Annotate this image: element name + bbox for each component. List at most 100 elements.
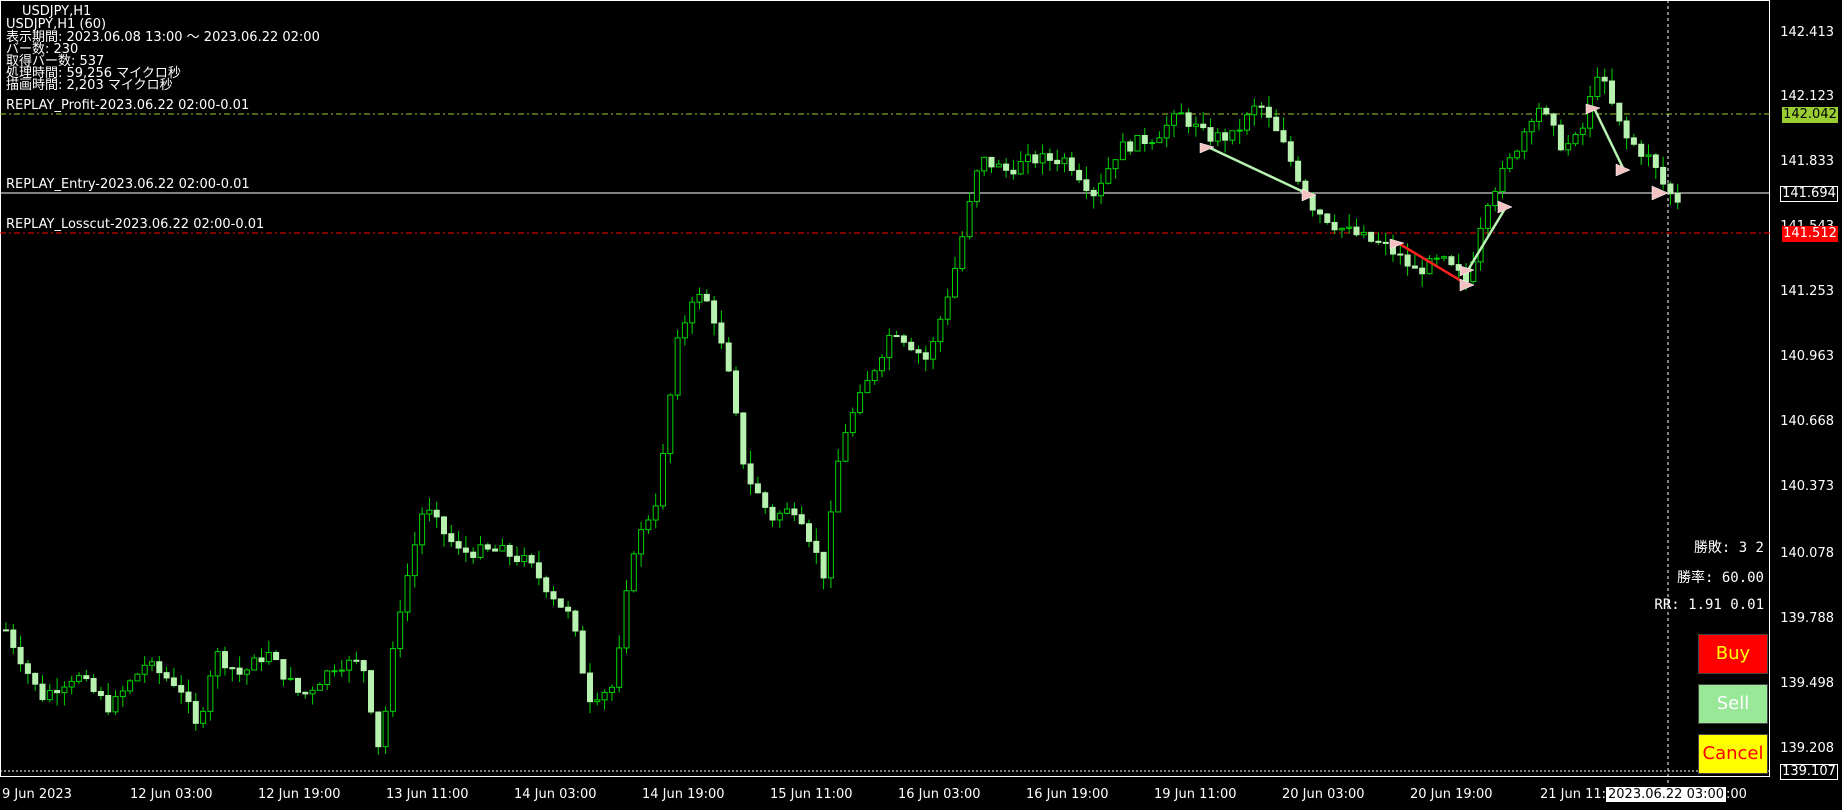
candle-bear	[163, 672, 170, 679]
candle-bull	[1061, 157, 1068, 165]
candle-bull	[886, 335, 893, 359]
candle-bear	[441, 516, 447, 535]
candle-bear	[185, 691, 192, 703]
candle-bear	[733, 370, 739, 414]
candle-bull	[521, 555, 528, 563]
candle-bull	[382, 710, 389, 748]
candle-bear	[1222, 132, 1229, 141]
buy-button[interactable]: Buy	[1698, 634, 1768, 674]
candle-bear	[1185, 112, 1192, 127]
candle-bull	[1251, 105, 1258, 116]
candle-bear	[1046, 153, 1053, 161]
candle-bear	[1616, 102, 1623, 122]
win-rate-stat: 勝率: 60.00	[1676, 570, 1764, 586]
candle-bull	[842, 432, 849, 462]
candle-bear	[1411, 265, 1418, 269]
candle-bear	[1068, 157, 1075, 171]
candle-bear	[922, 352, 929, 360]
candle-bull	[200, 710, 207, 724]
time-label: 21 Jun 11:	[1540, 787, 1607, 802]
trade-entry-marker	[1199, 142, 1215, 154]
candle-bull	[1163, 124, 1170, 139]
candle-bull	[1594, 76, 1601, 98]
candle-bear	[1076, 169, 1083, 181]
candle-bull	[623, 590, 630, 649]
candle-bear	[492, 548, 499, 552]
candle-bear	[258, 657, 265, 663]
candle-bear	[1543, 107, 1550, 115]
candle-bull	[871, 370, 878, 382]
entry-line-label: REPLAY_Entry-2023.06.22 02:00-0.01	[6, 177, 250, 192]
price-tick: 141.833	[1780, 154, 1834, 169]
candle-bear	[506, 544, 513, 557]
candle-bear	[1448, 256, 1455, 266]
candle-bull	[776, 512, 783, 521]
candle-bear	[83, 675, 90, 680]
candle-bull	[1506, 157, 1513, 169]
candle-bull	[61, 686, 68, 694]
price-tick: 142.123	[1780, 89, 1834, 104]
candle-bear	[90, 678, 97, 692]
candle-bull	[134, 673, 141, 682]
candle-bull	[616, 647, 623, 688]
candle-bear	[353, 659, 360, 662]
candle-bull	[1492, 190, 1499, 207]
candle-bull	[324, 670, 331, 686]
candle-bear	[798, 514, 805, 525]
candle-bear	[711, 300, 718, 324]
candle-bear	[1010, 169, 1017, 175]
candlestick-chart[interactable]	[0, 0, 1842, 810]
candle-bull	[1178, 112, 1185, 115]
candle-bull	[207, 675, 214, 712]
candle-bull	[389, 648, 396, 712]
candle-bear	[1397, 253, 1404, 256]
cancel-button[interactable]: Cancel	[1698, 734, 1768, 774]
candle-bull	[68, 680, 75, 688]
candle-bear	[820, 551, 827, 579]
candle-bull	[346, 659, 353, 671]
candle-bull	[1098, 182, 1104, 197]
trade-exit-marker	[1497, 200, 1513, 214]
candle-bear	[893, 335, 900, 338]
candle-bear	[572, 610, 579, 632]
candle-bear	[229, 667, 236, 670]
candle-bear	[10, 629, 17, 648]
candle-bull	[959, 236, 966, 270]
candle-bear	[156, 661, 163, 674]
candle-bull	[689, 301, 696, 324]
candle-bear	[24, 663, 31, 674]
candle-bear	[1353, 226, 1360, 236]
candle-bull	[1236, 129, 1243, 132]
candle-bear	[236, 667, 243, 675]
candle-bull	[1645, 154, 1652, 157]
price-tick: 142.413	[1780, 25, 1834, 40]
candle-bear	[1083, 179, 1090, 191]
candle-bear	[1630, 137, 1637, 145]
candle-bull	[864, 380, 871, 394]
candle-bear	[528, 555, 535, 564]
candle-bull	[652, 505, 659, 521]
candle-bull	[835, 460, 842, 513]
candle-bear	[1287, 141, 1294, 162]
sell-button[interactable]: Sell	[1698, 684, 1768, 724]
candle-bear	[754, 483, 761, 494]
candle-bear	[762, 492, 769, 508]
chart-area[interactable]	[0, 0, 1770, 810]
candle-bull	[981, 156, 988, 172]
price-tick: 140.373	[1780, 479, 1834, 494]
candle-bull	[973, 170, 980, 203]
candle-bull	[937, 318, 944, 343]
candle-bull	[419, 513, 426, 546]
candle-bear	[543, 577, 550, 593]
candle-bear	[295, 677, 301, 693]
candle-bear	[1141, 134, 1148, 145]
candle-bear	[1090, 189, 1097, 197]
candle-bear	[740, 412, 747, 465]
cursor-time-label: 2023.06.22 03:00	[1606, 787, 1727, 802]
price-tick: 139.788	[1780, 611, 1834, 626]
candle-bear	[579, 630, 586, 674]
candle-bear	[988, 156, 995, 168]
candle-bear	[1258, 105, 1265, 108]
candle-bear	[1404, 254, 1411, 267]
losscut-line-label: REPLAY_Losscut-2023.06.22 02:00-0.01	[6, 217, 265, 232]
